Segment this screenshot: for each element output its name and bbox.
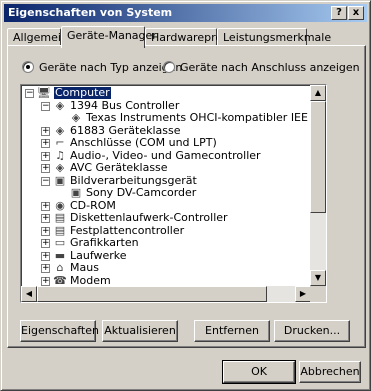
tree-row[interactable]: + ▤ Festplattencontroller [23,223,309,238]
view-by-connection-option[interactable]: Geräte nach Anschluss anzeigen [163,60,360,74]
scroll-right-button[interactable]: ▶ [295,286,311,302]
tab-geraete-manager[interactable]: Geräte-Manager [61,26,157,48]
device-tree[interactable]: − 🖥 Computer − ◈ 1394 Bus Controller ◈ Texas In… [20,84,327,303]
remove-button[interactable]: Entfernen [194,320,270,342]
tree-row[interactable]: + ⌂ Maus [23,262,309,275]
expand-icon[interactable]: + [41,201,50,211]
title-bar[interactable]: Eigenschaften von System ? x [4,4,367,22]
expand-icon[interactable]: + [41,264,50,273]
modem-icon: ☎ [53,273,67,287]
scrollbar-corner [310,286,326,302]
expand-icon[interactable]: + [41,214,50,223]
tree-item-label[interactable]: Texas Instruments OHCI-kompatibler IEEE … [86,112,309,124]
tree-item-label[interactable]: Computer [53,87,112,100]
display-adapter-icon: ▭ [54,236,66,249]
radio-by-connection[interactable] [163,61,175,73]
cancel-button[interactable]: Abbrechen [299,361,361,383]
mouse-icon: ⌂ [56,261,64,274]
tree-item-label[interactable]: Bildverarbeitungsgerät [70,174,197,187]
vertical-scroll-thumb[interactable] [310,101,326,213]
expand-icon[interactable]: + [41,251,50,261]
view-by-connection-label: Geräte nach Anschluss anzeigen [180,60,360,74]
tree-item-label[interactable]: Grafikkarten [70,237,139,249]
expand-icon[interactable]: + [41,151,50,161]
tree-item-label[interactable]: Laufwerke [70,249,127,262]
drive-icon: ▬ [54,248,66,262]
tree-item-label[interactable]: Modem [70,274,111,287]
expand-icon[interactable]: + [41,126,50,136]
device-icon: ◈ [55,161,65,174]
camcorder-icon: ▣ [70,186,82,199]
tree-row[interactable]: + ▭ Grafikkarten [23,237,309,250]
scroll-up-button[interactable]: ▲ [310,85,326,101]
tree-item-label[interactable]: Anschlüsse (COM und LPT) [70,137,217,149]
tree-row[interactable]: + ▤ Diskettenlaufwerk-Controller [23,212,309,225]
scroll-left-button[interactable]: ◀ [21,286,37,302]
tree-item-label[interactable]: Sony DV-Camcorder [86,187,196,199]
device-tree-items: − 🖥 Computer − ◈ 1394 Bus Controller ◈ Texas In… [23,87,309,287]
view-by-type-label: Geräte nach Typ anzeigen [39,60,183,74]
properties-button[interactable]: Eigenschaften [20,320,99,342]
view-by-type-option[interactable]: Geräte nach Typ anzeigen [22,60,182,74]
scroll-down-button[interactable]: ▼ [310,270,326,286]
tree-item-label[interactable]: CD-ROM [70,199,116,212]
tree-row[interactable]: + ⌐ Anschlüsse (COM und LPT) [23,137,309,150]
system-properties-window: Eigenschaften von System ? x Allgemein G… [0,0,371,391]
collapse-icon[interactable]: − [41,176,50,186]
collapse-icon[interactable]: − [41,101,50,111]
controller-icon: ◈ [55,98,65,112]
port-icon: ⌐ [55,136,65,149]
radio-by-type[interactable] [22,61,34,73]
horizontal-scrollbar[interactable]: ◀ ▶ [21,286,311,302]
tree-row[interactable]: − 🖥 Computer [23,87,309,100]
horizontal-scroll-thumb[interactable] [37,286,267,302]
help-button[interactable]: ? [331,6,347,20]
device-manager-panel: Geräte nach Typ anzeigen Geräte nach Ans… [7,45,366,348]
ok-button[interactable]: OK [222,360,296,384]
expand-icon[interactable]: + [41,239,50,248]
floppy-controller-icon: ▤ [54,211,66,224]
expand-icon[interactable]: + [41,164,50,173]
tree-item-label[interactable]: Diskettenlaufwerk-Controller [70,212,228,224]
tree-item-label[interactable]: Festplattencontroller [70,224,184,237]
tree-item-label[interactable]: 61883 Geräteklasse [70,124,181,137]
camera-icon: ▣ [54,173,66,187]
tree-item-label[interactable]: Audio-, Video- und Gamecontroller [70,149,261,162]
expand-icon[interactable]: + [41,139,50,148]
audio-icon: ♫ [55,148,65,162]
tree-item-label[interactable]: Maus [70,262,99,274]
tree-row[interactable]: + ▬ Laufwerke [23,248,309,263]
window-title: Eigenschaften von System [8,6,173,19]
refresh-button[interactable]: Aktualisieren [102,320,178,342]
collapse-icon[interactable]: − [25,89,34,98]
print-button[interactable]: Drucken... [274,320,350,342]
tree-row[interactable]: ▣ Sony DV-Camcorder [23,187,309,200]
tree-item-label[interactable]: 1394 Bus Controller [70,99,179,112]
computer-icon: 🖥 [37,87,51,99]
cdrom-icon: ◉ [55,198,65,212]
expand-icon[interactable]: + [41,276,50,286]
tree-item-label[interactable]: AVC Geräteklasse [70,162,168,174]
disk-controller-icon: ▤ [54,223,66,237]
tree-row[interactable]: + ◈ AVC Geräteklasse [23,162,309,175]
tree-row[interactable]: ◈ Texas Instruments OHCI-kompatibler IEEE… [23,112,309,125]
controller-icon: ◈ [71,111,81,124]
expand-icon[interactable]: + [41,226,50,236]
vertical-scrollbar[interactable]: ▲ ▼ [310,85,326,286]
close-button[interactable]: x [348,6,364,20]
device-icon: ◈ [55,123,65,137]
